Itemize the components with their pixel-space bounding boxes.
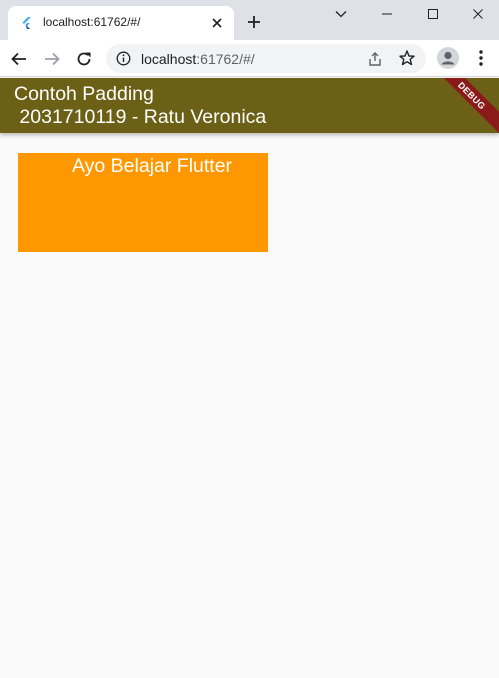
maximize-button[interactable] — [410, 0, 456, 28]
address-bar[interactable]: localhost:61762/#/ — [106, 44, 426, 73]
url-rest: :61762/#/ — [196, 51, 255, 67]
arrow-left-icon — [11, 52, 26, 66]
browser-tab[interactable]: localhost:61762/#/ — [8, 6, 234, 40]
tab-strip: localhost:61762/#/ — [0, 0, 499, 40]
reload-icon — [77, 52, 91, 66]
minimize-button[interactable] — [364, 0, 410, 28]
app-bar: Contoh Padding 2031710119 - Ratu Veronic… — [0, 78, 499, 133]
back-button[interactable] — [7, 47, 31, 71]
browser-toolbar: localhost:61762/#/ — [0, 40, 499, 77]
star-icon[interactable] — [398, 49, 416, 67]
arrow-right-icon — [45, 52, 60, 66]
window-close-button[interactable] — [455, 0, 499, 28]
container-text: Ayo Belajar Flutter — [72, 155, 233, 177]
tab-title: localhost:61762/#/ — [43, 15, 141, 29]
share-icon[interactable] — [366, 50, 384, 68]
forward-button[interactable] — [40, 47, 64, 71]
window-close-icon — [473, 9, 483, 19]
minimize-icon — [382, 13, 392, 15]
debug-banner: DEBUG — [427, 78, 499, 133]
url-text[interactable]: localhost:61762/#/ — [141, 51, 255, 67]
url-host: localhost — [141, 51, 197, 67]
close-icon[interactable] — [209, 15, 225, 31]
maximize-icon — [428, 9, 438, 19]
profile-icon[interactable] — [437, 47, 459, 69]
padded-container: Ayo Belajar Flutter — [18, 153, 268, 252]
flutter-logo-icon — [22, 17, 31, 29]
reload-button[interactable] — [72, 47, 96, 71]
app-bar-title: Contoh Padding 2031710119 - Ratu Veronic… — [14, 83, 267, 128]
kebab-menu-icon[interactable] — [472, 48, 490, 68]
chevron-down-icon — [335, 11, 347, 18]
info-icon[interactable] — [116, 51, 131, 66]
plus-icon[interactable] — [245, 13, 263, 31]
tab-search-button[interactable] — [318, 0, 364, 28]
